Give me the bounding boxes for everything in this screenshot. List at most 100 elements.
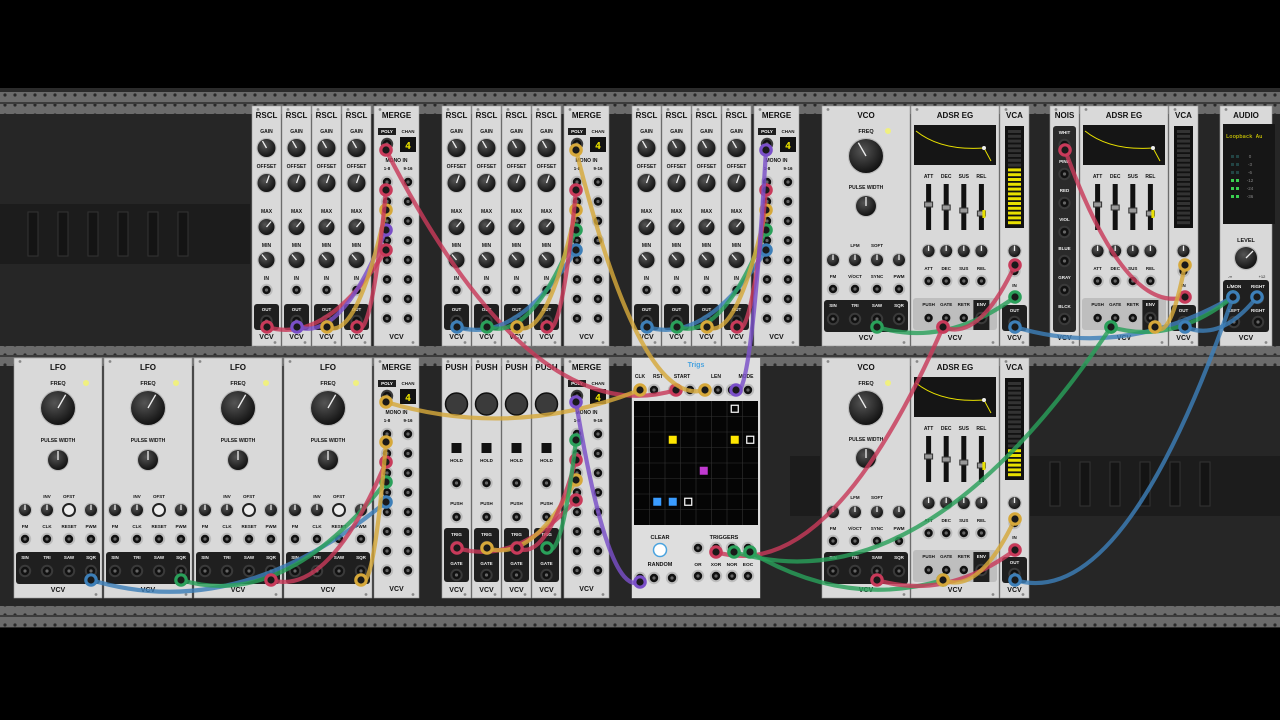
mono-in-jack[interactable] [570,312,584,325]
offset-knob[interactable] [256,172,277,194]
gain-knob[interactable] [286,137,307,159]
min-knob[interactable] [347,250,366,270]
cv-in-jack[interactable] [940,274,953,288]
lfo-input-jack[interactable] [242,532,256,546]
lfo-output-jack[interactable] [220,564,234,578]
mono-in-jack[interactable] [760,312,774,325]
logic-out[interactable] [725,569,739,583]
gate-jack[interactable] [450,568,463,582]
mono-in-jack[interactable] [591,273,605,286]
lfo-output-jack[interactable] [198,564,212,578]
cv-knob[interactable] [974,495,989,511]
mono-in-jack[interactable] [380,525,394,538]
mono-in-jack[interactable] [781,253,795,267]
cable-plug[interactable] [350,320,364,334]
offset-knob[interactable] [666,172,687,194]
min-knob[interactable] [507,250,526,270]
in-jack[interactable] [700,283,713,297]
lfo-input-jack[interactable] [174,532,188,546]
max-knob[interactable] [447,217,466,237]
slider-handle[interactable] [1093,201,1103,208]
lfo-output-jack[interactable] [152,564,166,578]
adsr-in-jack[interactable] [1126,311,1140,325]
small-knob[interactable] [219,502,235,518]
cable-plug[interactable] [1178,320,1192,334]
cable-plug[interactable] [354,573,368,587]
gain-knob[interactable] [506,137,527,159]
mono-in-jack[interactable] [401,234,415,247]
gain-knob[interactable] [666,137,687,159]
logic-out[interactable] [741,569,755,583]
slider-handle[interactable] [1128,207,1138,214]
mono-in-jack[interactable] [401,312,415,325]
mono-in-jack[interactable] [401,214,415,228]
freq-knob[interactable] [129,389,167,427]
vcv-rack-canvas[interactable]: RSCL GAIN OFFSET MAX MIN IN OUT VCV RSCL GAIN OFFS… [0,0,1280,720]
lfo-input-jack[interactable] [40,532,54,546]
freq-knob[interactable] [847,389,885,427]
noise-out-jack[interactable] [1058,225,1071,239]
lfo-input-jack[interactable] [84,532,98,546]
mono-in-jack[interactable] [401,525,415,538]
cable-plug[interactable] [743,545,757,559]
cable-plug[interactable] [1008,290,1022,304]
min-knob[interactable] [637,250,656,270]
small-knob[interactable] [17,502,33,518]
slider-handle[interactable] [924,453,934,460]
small-knob[interactable] [891,252,907,268]
push-button[interactable] [474,392,499,416]
hold-switch[interactable] [511,443,522,453]
freq-knob[interactable] [39,389,77,427]
small-knob[interactable] [197,502,213,518]
mono-in-jack[interactable] [781,195,795,208]
in-jack[interactable] [290,283,303,297]
mono-in-jack[interactable] [781,312,795,325]
slider-handle[interactable] [924,201,934,208]
in-jack[interactable] [260,283,273,297]
offset-knob[interactable] [346,172,367,194]
mono-in-jack[interactable] [380,292,394,306]
cable-plug[interactable] [700,320,714,334]
mono-in-jack[interactable] [781,234,795,247]
cable-plug[interactable] [510,320,524,334]
cv-in-jack[interactable] [957,274,970,288]
cv-knob[interactable] [939,243,954,259]
cable-plug[interactable] [379,395,393,409]
cable-plug[interactable] [260,320,274,334]
min-knob[interactable] [287,250,306,270]
cable-plug[interactable] [759,143,773,157]
small-knob[interactable] [173,502,189,518]
min-knob[interactable] [667,250,686,270]
cable-plug[interactable] [729,383,743,397]
push-jack[interactable] [480,510,493,524]
cable-plug[interactable] [569,493,583,507]
logic-out[interactable] [709,569,723,583]
vco-output-jack[interactable] [892,312,906,326]
gain-knob[interactable] [696,137,717,159]
mono-in-jack[interactable] [591,292,605,306]
cable-plug[interactable] [1008,258,1022,272]
vco-input-jack[interactable] [848,282,862,296]
vco-output-jack[interactable] [848,564,862,578]
gate-jack[interactable] [480,568,493,582]
pw-knob[interactable] [226,448,250,472]
cv-knob[interactable] [921,495,936,511]
push-button[interactable] [504,392,529,416]
pw-knob[interactable] [136,448,160,472]
cable-plug[interactable] [698,383,712,397]
cable-plug[interactable] [320,320,334,334]
small-knob[interactable] [83,502,99,518]
gate-jack[interactable] [510,568,523,582]
offset-knob[interactable] [476,172,497,194]
hold-switch[interactable] [541,443,552,453]
min-knob[interactable] [697,250,716,270]
min-knob[interactable] [477,250,496,270]
vco-output-jack[interactable] [892,564,906,578]
offset-knob[interactable] [636,172,657,194]
mono-in-jack[interactable] [401,544,415,558]
max-knob[interactable] [697,217,716,237]
mono-in-jack[interactable] [570,505,584,519]
cable-plug[interactable] [1008,512,1022,526]
max-knob[interactable] [637,217,656,237]
trigs-control[interactable] [711,383,725,397]
